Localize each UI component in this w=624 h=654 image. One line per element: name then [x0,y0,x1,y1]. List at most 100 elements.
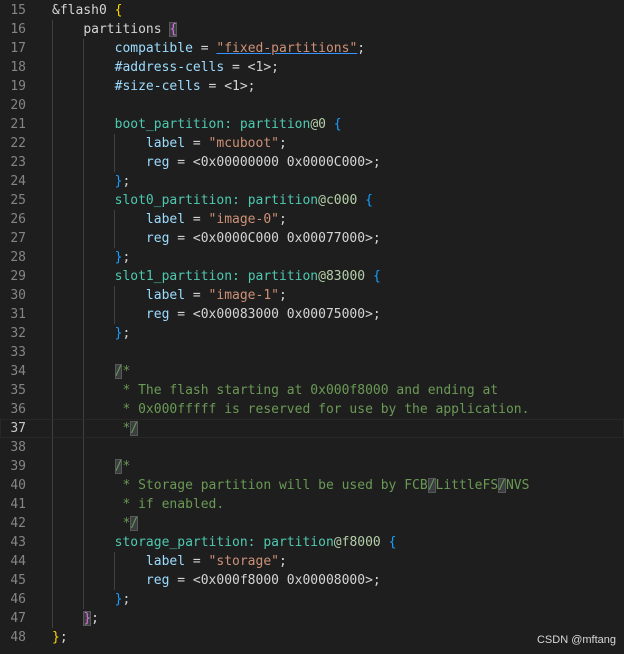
watermark: CSDN @mftang [536,634,616,646]
comment-token: * 0x000fffff is reserved for use by the … [114,402,530,417]
comment-token: * if enabled. [114,497,225,512]
code-line[interactable]: 24 }; [0,172,624,191]
line-code[interactable]: * The flash starting at 0x000f8000 and e… [52,381,498,400]
line-code[interactable]: #address-cells = <1>; [52,58,279,77]
code-line[interactable]: 20 [0,96,624,115]
line-number: 17 [10,41,26,56]
code-line[interactable]: 19 #size-cells = <1>; [0,77,624,96]
line-number: 32 [10,326,26,341]
line-number: 30 [10,288,26,303]
code-line[interactable]: 28 }; [0,248,624,267]
line-code[interactable]: reg = <0x00083000 0x00075000>; [52,305,381,324]
line-code[interactable]: boot_partition: partition@0 { [52,115,342,134]
code-token: partition [263,535,334,550]
line-code[interactable]: label = "mcuboot"; [52,134,287,153]
code-line[interactable]: 17 compatible = "fixed-partitions"; [0,39,624,58]
code-line[interactable]: 22 label = "mcuboot"; [0,134,624,153]
line-number: 33 [10,345,26,360]
code-line[interactable]: 34 /* [0,362,624,381]
code-line[interactable]: 35 * The flash starting at 0x000f8000 an… [0,381,624,400]
code-line[interactable]: 27 reg = <0x0000C000 0x00077000>; [0,229,624,248]
line-code[interactable]: &flash0 { [52,1,122,20]
line-code[interactable]: partitions { [52,20,178,39]
line-number: 21 [10,117,26,132]
code-token: #size-cells [114,79,201,94]
code-editor[interactable]: 15 &flash0 {16 partitions {17 compatible … [0,0,624,654]
line-code[interactable]: */ [52,514,139,533]
line-code[interactable]: */ [52,419,139,438]
code-line[interactable]: 46 }; [0,590,624,609]
code-line[interactable]: 48}; [0,628,624,647]
code-token: @f8000 [333,535,389,550]
code-line[interactable]: 32 }; [0,324,624,343]
code-token: ; [279,554,287,569]
line-code[interactable]: }; [52,609,99,628]
code-line[interactable]: 18 #address-cells = <1>; [0,58,624,77]
code-line[interactable]: 42 */ [0,514,624,533]
code-line[interactable]: 43 storage_partition: partition@f8000 { [0,533,624,552]
code-token: { [114,3,123,18]
code-token: storage_partition: [114,535,264,550]
code-token: partitions [83,22,170,37]
code-line[interactable]: 15 &flash0 { [0,1,624,20]
code-line[interactable]: 16 partitions { [0,20,624,39]
code-line[interactable]: 45 reg = <0x000f8000 0x00008000>; [0,571,624,590]
line-code[interactable]: reg = <0x000f8000 0x00008000>; [52,571,381,590]
line-code[interactable]: * 0x000fffff is reserved for use by the … [52,400,529,419]
code-line[interactable]: 25 slot0_partition: partition@c000 { [0,191,624,210]
line-code[interactable]: slot1_partition: partition@83000 { [52,267,381,286]
line-number: 41 [10,497,26,512]
code-line[interactable]: 37 */ [0,419,624,438]
code-line[interactable]: 23 reg = <0x00000000 0x0000C000>; [0,153,624,172]
line-code[interactable]: * if enabled. [52,495,224,514]
line-code[interactable]: label = "image-0"; [52,210,287,229]
code-token: label [145,554,186,569]
code-line[interactable]: 33 [0,343,624,362]
line-code[interactable]: }; [52,324,131,343]
code-line[interactable]: 47 }; [0,609,624,628]
line-code[interactable]: }; [52,590,131,609]
code-line[interactable]: 41 * if enabled. [0,495,624,514]
line-code[interactable]: label = "storage"; [52,552,287,571]
code-line[interactable]: 40 * Storage partition will be used by F… [0,476,624,495]
line-code[interactable]: reg = <0x0000C000 0x00077000>; [52,229,381,248]
comment-token: / [498,478,506,493]
line-code[interactable]: }; [52,248,131,267]
code-token: #address-cells [114,60,225,75]
code-line[interactable]: 30 label = "image-1"; [0,286,624,305]
code-line[interactable]: 26 label = "image-0"; [0,210,624,229]
line-code[interactable]: /* [52,457,130,476]
line-code[interactable]: reg = <0x00000000 0x0000C000>; [52,153,381,172]
code-line[interactable]: 31 reg = <0x00083000 0x00075000>; [0,305,624,324]
code-line[interactable]: 29 slot1_partition: partition@83000 { [0,267,624,286]
line-code[interactable]: compatible = "fixed-partitions"; [52,39,365,58]
code-line[interactable]: 39 /* [0,457,624,476]
code-line[interactable]: 44 label = "storage"; [0,552,624,571]
code-line[interactable]: 38 [0,438,624,457]
code-token: ; [59,630,68,645]
line-number: 34 [10,364,26,379]
code-line[interactable]: 36 * 0x000fffff is reserved for use by t… [0,400,624,419]
line-code[interactable]: }; [52,628,68,647]
line-code[interactable]: }; [52,172,131,191]
line-code[interactable]: /* [52,362,130,381]
line-code[interactable]: #size-cells = <1>; [52,77,256,96]
code-token: = <0x000f8000 0x00008000>; [169,573,381,588]
code-line[interactable]: 21 boot_partition: partition@0 { [0,115,624,134]
code-token: @83000 [318,269,373,284]
line-code[interactable]: storage_partition: partition@f8000 { [52,533,397,552]
line-code[interactable]: * Storage partition will be used by FCB/… [52,476,529,495]
line-number: 36 [10,402,26,417]
code-token: "image-1" [208,288,279,303]
line-code[interactable]: slot0_partition: partition@c000 { [52,191,373,210]
code-token: slot0_partition: [114,193,248,208]
line-code[interactable]: label = "image-1"; [52,286,287,305]
